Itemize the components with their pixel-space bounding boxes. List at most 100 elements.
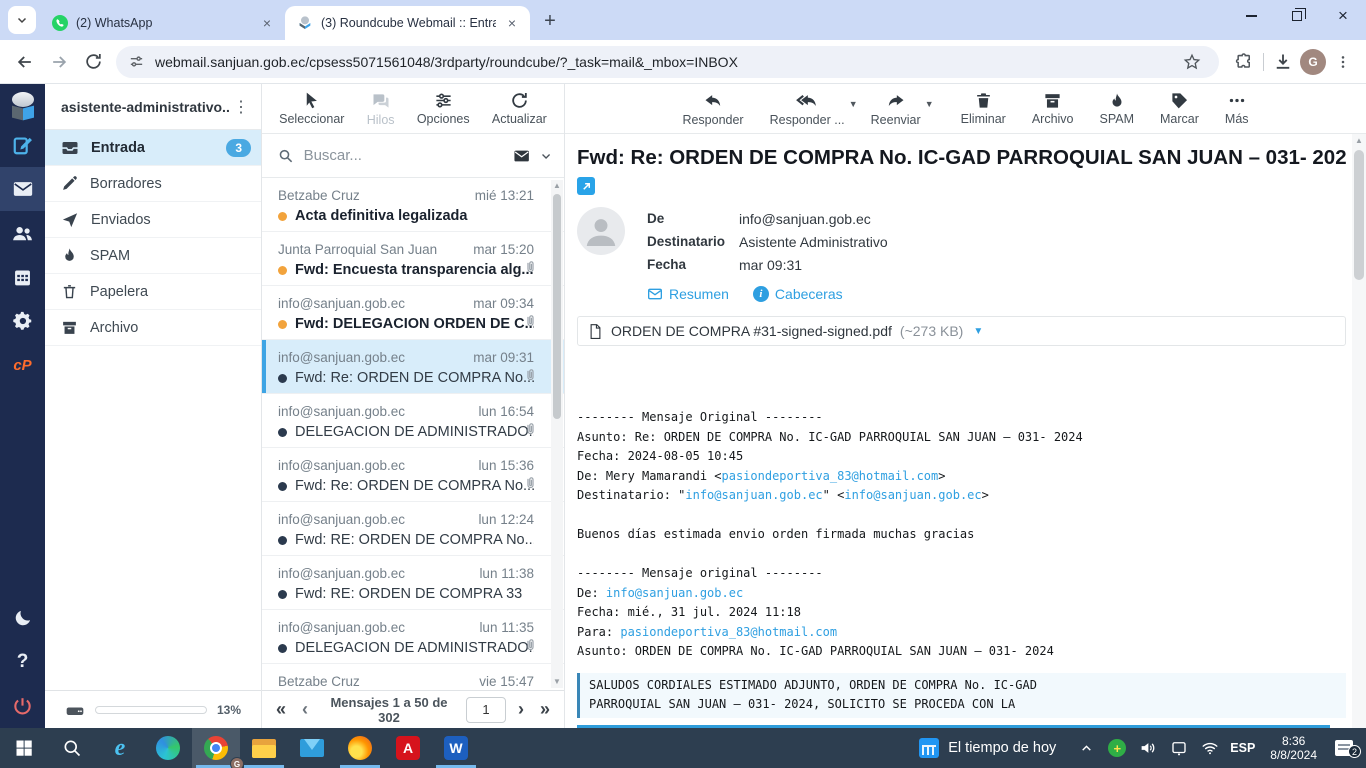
volume-icon[interactable] <box>1137 739 1159 757</box>
first-page-button[interactable]: « <box>272 699 290 720</box>
bookmark-star-icon[interactable] <box>1177 47 1207 77</box>
reply-all-dropdown-icon[interactable]: ▼ <box>849 99 858 109</box>
scrollbar-thumb[interactable] <box>1354 150 1364 280</box>
tab-whatsapp[interactable]: (2) WhatsApp × <box>40 6 285 40</box>
message-row[interactable]: info@sanjuan.gob.ec lun 11:35 DELEGACION… <box>262 610 564 664</box>
scroll-up-icon[interactable]: ▲ <box>553 180 561 192</box>
attachment-item[interactable]: ORDEN DE COMPRA #31-signed-signed.pdf (~… <box>577 316 1346 346</box>
message-row[interactable]: info@sanjuan.gob.ec lun 15:36 Fwd: Re: O… <box>262 448 564 502</box>
headers-link[interactable]: i Cabeceras <box>753 286 843 302</box>
message-row[interactable]: info@sanjuan.gob.ec lun 11:38 Fwd: RE: O… <box>262 556 564 610</box>
profile-avatar[interactable]: G <box>1298 47 1328 77</box>
taskbar-firefox[interactable] <box>336 728 384 768</box>
search-input[interactable] <box>304 147 503 164</box>
forward-dropdown-icon[interactable]: ▼ <box>925 99 934 109</box>
read-status-dot[interactable] <box>278 374 287 383</box>
message-row[interactable]: Betzabe Cruz vie 15:47 <box>262 664 564 690</box>
email-address-link[interactable]: info@sanjuan.gob.ec <box>844 488 981 502</box>
read-status-dot[interactable] <box>278 212 287 221</box>
tab-close-button[interactable]: × <box>259 15 275 31</box>
downloads-icon[interactable] <box>1268 47 1298 77</box>
action-center-button[interactable]: 2 <box>1332 740 1356 756</box>
folder-papelera[interactable]: Papelera <box>45 274 261 310</box>
back-button[interactable] <box>8 45 42 79</box>
maximize-button[interactable] <box>1274 0 1320 32</box>
message-row[interactable]: info@sanjuan.gob.ec lun 12:24 Fwd: RE: O… <box>262 502 564 556</box>
taskbar-acrobat[interactable]: A <box>384 728 432 768</box>
rail-cpanel-button[interactable]: cP <box>0 343 45 387</box>
weather-widget[interactable]: El tiempo de hoy <box>909 728 1066 768</box>
start-button[interactable] <box>0 728 48 768</box>
email-address-link[interactable]: pasiondeportiva_83@hotmail.com <box>722 469 939 483</box>
taskbar-edge[interactable] <box>144 728 192 768</box>
wifi-icon[interactable] <box>1199 739 1221 757</box>
cast-icon[interactable] <box>1168 739 1190 757</box>
summary-link[interactable]: Resumen <box>647 286 729 302</box>
forward-button[interactable]: Reenviar ▼ <box>871 91 921 127</box>
threads-button[interactable]: Hilos <box>367 91 395 127</box>
extensions-icon[interactable] <box>1229 47 1259 77</box>
page-number-input[interactable] <box>466 697 506 723</box>
rail-mail-button[interactable] <box>0 167 45 211</box>
tray-expand-icon[interactable] <box>1075 742 1097 755</box>
scroll-up-icon[interactable]: ▲ <box>1355 134 1363 148</box>
email-address-link[interactable]: info@sanjuan.gob.ec <box>685 488 822 502</box>
spam-button[interactable]: SPAM <box>1100 92 1135 126</box>
list-scrollbar[interactable]: ▲ ▼ <box>551 180 563 688</box>
tab-roundcube[interactable]: (3) Roundcube Webmail :: Entra × <box>285 6 530 40</box>
message-row[interactable]: info@sanjuan.gob.ec lun 16:54 DELEGACION… <box>262 394 564 448</box>
email-address-link[interactable]: pasiondeportiva_83@hotmail.com <box>620 625 837 639</box>
minimize-button[interactable] <box>1228 0 1274 32</box>
taskbar-mail[interactable] <box>288 728 336 768</box>
read-status-dot[interactable] <box>278 428 287 437</box>
email-address-link[interactable]: info@sanjuan.gob.ec <box>606 586 743 600</box>
taskbar-chrome[interactable]: G <box>192 728 240 768</box>
folder-options-icon[interactable]: ⋮ <box>229 97 253 117</box>
read-status-dot[interactable] <box>278 482 287 491</box>
dark-mode-button[interactable] <box>0 596 45 640</box>
folder-archivo[interactable]: Archivo <box>45 310 261 346</box>
archive-button[interactable]: Archivo <box>1032 91 1074 126</box>
to-address-link[interactable]: Asistente Administrativo <box>739 234 888 250</box>
attachment-dropdown-icon[interactable]: ▼ <box>973 326 983 337</box>
rail-calendar-button[interactable] <box>0 255 45 299</box>
message-row[interactable]: Junta Parroquial San Juan mar 15:20 Fwd:… <box>262 232 564 286</box>
reading-scrollbar[interactable]: ▲ <box>1352 134 1366 728</box>
reload-button[interactable] <box>76 45 110 79</box>
tab-close-button[interactable]: × <box>504 15 520 31</box>
search-options-chevron-icon[interactable] <box>540 149 552 163</box>
tab-search-button[interactable] <box>8 6 36 34</box>
new-tab-button[interactable]: + <box>536 7 564 35</box>
taskbar-search-button[interactable] <box>48 728 96 768</box>
refresh-button[interactable]: Actualizar <box>492 91 547 126</box>
folder-borradores[interactable]: Borradores <box>45 166 261 202</box>
select-button[interactable]: Seleccionar <box>279 91 344 126</box>
browser-menu-icon[interactable] <box>1328 47 1358 77</box>
language-indicator[interactable]: ESP <box>1230 741 1255 755</box>
delete-button[interactable]: Eliminar <box>961 91 1006 126</box>
last-page-button[interactable]: » <box>536 699 554 720</box>
message-row[interactable]: info@sanjuan.gob.ec mar 09:31 Fwd: Re: O… <box>262 340 564 394</box>
taskbar-clock[interactable]: 8:36 8/8/2024 <box>1264 734 1323 762</box>
message-row[interactable]: info@sanjuan.gob.ec mar 09:34 Fwd: DELEG… <box>262 286 564 340</box>
help-button[interactable]: ? <box>0 640 45 684</box>
open-in-new-window-icon[interactable] <box>577 177 595 195</box>
options-button[interactable]: Opciones <box>417 91 470 126</box>
logout-button[interactable] <box>0 684 45 728</box>
account-header[interactable]: asistente-administrativo... ⋮ <box>45 84 261 130</box>
taskbar-file-explorer[interactable] <box>240 728 288 768</box>
close-button[interactable]: × <box>1320 0 1366 32</box>
more-button[interactable]: Más <box>1225 91 1249 126</box>
taskbar-word[interactable]: W <box>432 728 480 768</box>
prev-page-button[interactable]: ‹ <box>298 699 312 720</box>
read-status-dot[interactable] <box>278 590 287 599</box>
reply-button[interactable]: Responder <box>682 91 743 127</box>
message-row[interactable]: Betzabe Cruz mié 13:21 Acta definitiva l… <box>262 178 564 232</box>
scroll-down-icon[interactable]: ▼ <box>553 676 561 688</box>
mark-button[interactable]: Marcar <box>1160 91 1199 126</box>
from-address-link[interactable]: info@sanjuan.gob.ec <box>739 211 871 227</box>
read-status-dot[interactable] <box>278 536 287 545</box>
forward-button[interactable] <box>42 45 76 79</box>
search-scope-mail-icon[interactable] <box>513 146 530 166</box>
read-status-dot[interactable] <box>278 320 287 329</box>
